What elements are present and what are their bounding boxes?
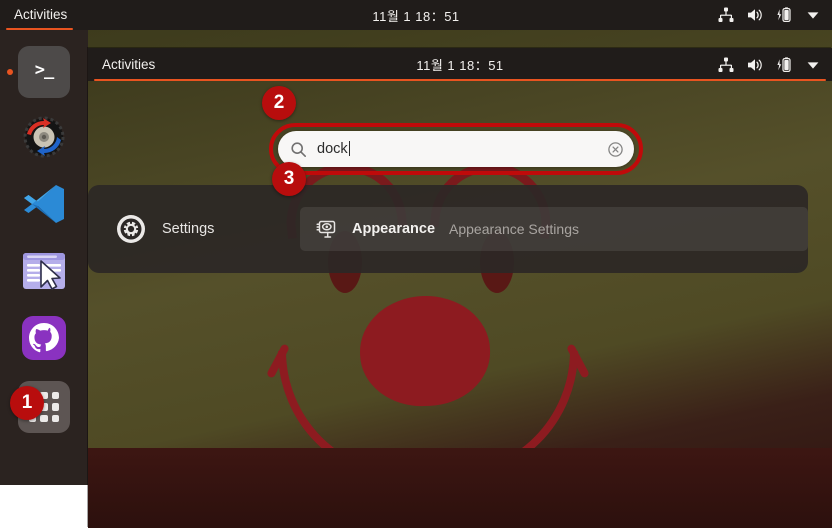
inner-wallpaper: dock Settings Appearance Appearance Sett…: [88, 81, 832, 528]
search-area[interactable]: dock: [269, 123, 643, 175]
gear-icon: [116, 214, 146, 244]
dock-item-terminal[interactable]: >_: [18, 46, 70, 98]
network-icon[interactable]: [717, 6, 735, 24]
screenshot-root: Activities 11월 1 18：51 >_ dock Settings …: [0, 0, 832, 528]
clear-circle-icon[interactable]: [607, 141, 624, 158]
text-caret: [348, 141, 350, 156]
dock-item-form-cursor[interactable]: [18, 247, 70, 299]
search-result-appearance[interactable]: Appearance Appearance Settings: [300, 207, 808, 251]
outer-status-indicators[interactable]: [717, 0, 822, 30]
volume-icon[interactable]: [746, 6, 764, 24]
search-icon: [290, 141, 307, 158]
inner-screenshot-window: dock Settings Appearance Appearance Sett…: [88, 48, 832, 528]
step-badge-1: 1: [10, 386, 44, 420]
battery-charging-icon[interactable]: [775, 6, 793, 24]
dock-item-github[interactable]: [18, 314, 70, 366]
step-badge-2: 2: [262, 86, 296, 120]
dock-item-backup[interactable]: [18, 113, 70, 165]
search-result-provider[interactable]: Settings: [88, 214, 300, 244]
search-result-title: Appearance: [352, 221, 436, 237]
search-result-subtitle: Appearance Settings: [449, 221, 579, 237]
inner-top-bar: Activities 11월 1 18：51: [88, 48, 832, 81]
github-icon: [20, 314, 68, 367]
search-results-panel: Settings Appearance Appearance Settings: [88, 185, 808, 273]
step-badge-3: 3: [272, 162, 306, 196]
vscode-icon: [20, 180, 68, 233]
search-input[interactable]: dock: [278, 131, 634, 167]
battery-charging-icon[interactable]: [775, 56, 793, 74]
outer-activities-button[interactable]: Activities: [0, 0, 79, 30]
outer-top-bar: Activities 11월 1 18：51: [0, 0, 832, 30]
search-input-value: dock: [317, 141, 607, 157]
backup-refresh-icon: [19, 112, 69, 167]
search-result-provider-label: Settings: [162, 221, 215, 237]
chevron-down-icon[interactable]: [804, 6, 822, 24]
inner-status-indicators[interactable]: [717, 48, 822, 81]
chevron-down-icon[interactable]: [804, 56, 822, 74]
dock[interactable]: >_: [0, 30, 88, 485]
outer-clock[interactable]: 11월 1 18：51: [0, 0, 832, 30]
monitor-eye-icon: [314, 217, 338, 241]
window-cursor-icon: [19, 246, 69, 301]
wallpaper-lower-band: [88, 448, 832, 528]
search-text: dock: [317, 141, 348, 157]
network-icon[interactable]: [717, 56, 735, 74]
volume-icon[interactable]: [746, 56, 764, 74]
dock-item-vscode[interactable]: [18, 180, 70, 232]
terminal-icon: >_: [18, 46, 70, 98]
